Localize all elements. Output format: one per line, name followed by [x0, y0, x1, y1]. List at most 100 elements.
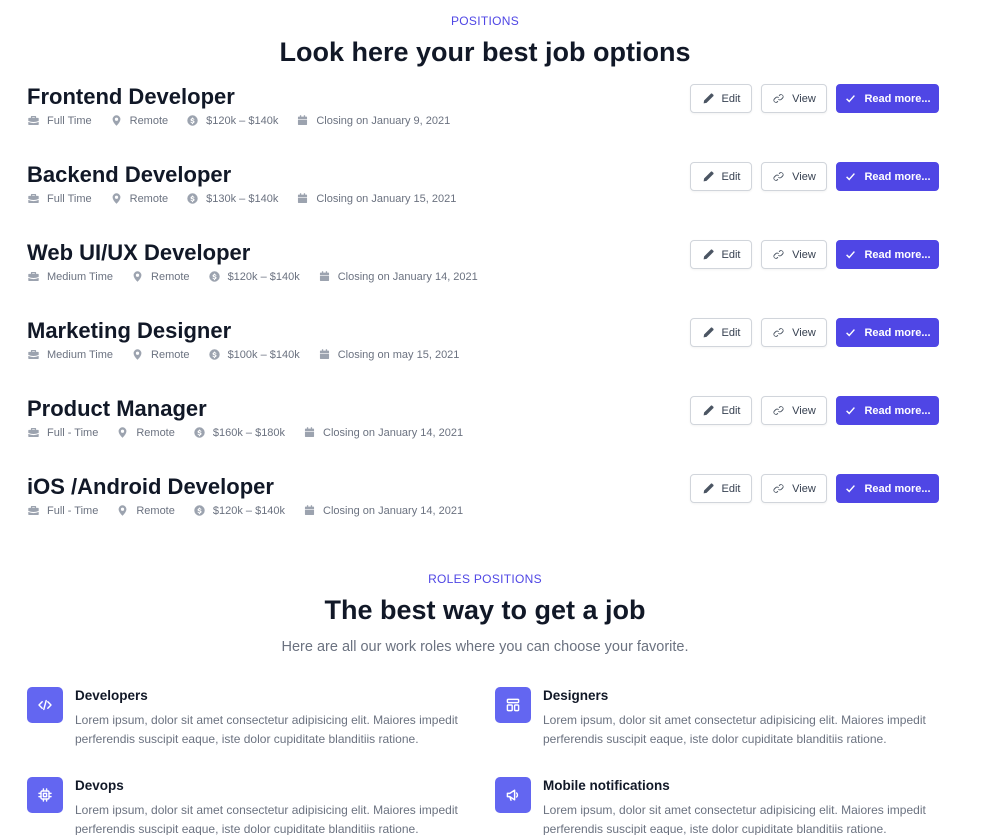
briefcase-icon: [28, 193, 39, 204]
positions-eyebrow: POSITIONS: [450, 14, 520, 28]
job-meta: Full - Time Remote $120k – $140k Closing…: [27, 504, 481, 517]
read-more-button[interactable]: Read more...: [836, 162, 939, 191]
calendar-icon: [298, 193, 308, 204]
job-title: Product Manager: [27, 396, 207, 421]
view-button[interactable]: View: [761, 162, 827, 191]
check-icon: [846, 407, 856, 415]
location-pin-icon: [118, 427, 127, 438]
layout-icon: [506, 698, 520, 712]
edit-button[interactable]: Edit: [690, 474, 752, 503]
job-actions: Edit View Read more...: [681, 84, 939, 113]
read-more-button[interactable]: Read more...: [836, 474, 939, 503]
link-icon: [773, 94, 784, 103]
job-closing: Closing on January 9, 2021: [296, 114, 450, 127]
roles-subtitle: Here are all our work roles where you ca…: [281, 639, 689, 655]
job-type: Full Time: [27, 114, 92, 127]
view-button[interactable]: View: [761, 396, 827, 425]
job-closing: Closing on January 14, 2021: [318, 270, 478, 283]
edit-label: Edit: [721, 248, 741, 261]
job-closing: Closing on January 15, 2021: [296, 192, 456, 205]
check-icon: [846, 329, 856, 337]
edit-button[interactable]: Edit: [690, 84, 752, 113]
job-closing: Closing on January 14, 2021: [303, 504, 463, 517]
job-meta: Medium Time Remote $100k – $140k Closing…: [27, 348, 477, 361]
read-more-label: Read more...: [864, 482, 931, 495]
view-button[interactable]: View: [761, 240, 827, 269]
briefcase-icon: [28, 427, 39, 438]
job-location: Remote: [110, 192, 168, 205]
role-description: Lorem ipsum, dolor sit amet consectetur …: [543, 803, 926, 835]
pencil-icon: [703, 249, 714, 260]
view-label: View: [792, 170, 816, 183]
job-closing-label: Closing on January 14, 2021: [337, 270, 478, 283]
view-button[interactable]: View: [761, 318, 827, 347]
read-more-label: Read more...: [864, 326, 931, 339]
role-description: Lorem ipsum, dolor sit amet consectetur …: [543, 713, 926, 746]
edit-button[interactable]: Edit: [690, 162, 752, 191]
calendar-icon: [298, 115, 308, 126]
job-meta: Medium Time Remote $120k – $140k Closing…: [27, 270, 496, 283]
location-pin-icon: [133, 349, 142, 360]
read-more-label: Read more...: [864, 248, 931, 261]
location-pin-icon: [118, 505, 127, 516]
check-icon: [846, 173, 856, 181]
job-location-label: Remote: [151, 348, 190, 361]
chip-icon: [38, 788, 52, 802]
link-icon: [773, 172, 784, 181]
job-title: Web UI/UX Developer: [27, 240, 251, 265]
job-salary: $120k – $140k: [208, 270, 300, 283]
job-meta: Full Time Remote $120k – $140k Closing o…: [27, 114, 468, 127]
check-icon: [846, 251, 856, 259]
job-type: Medium Time: [27, 348, 113, 361]
read-more-button[interactable]: Read more...: [836, 84, 939, 113]
job-closing-label: Closing on January 15, 2021: [316, 192, 457, 205]
briefcase-icon: [28, 115, 39, 126]
read-more-button[interactable]: Read more...: [836, 318, 939, 347]
dollar-circle-icon: [187, 193, 198, 204]
job-type-label: Full - Time: [47, 504, 99, 517]
job-title: Backend Developer: [27, 162, 232, 187]
job-row: Frontend Developer Full Time Remote $120…: [27, 84, 939, 144]
job-closing: Closing on January 14, 2021: [303, 426, 463, 439]
role-title: Devops: [75, 778, 124, 793]
job-meta: Full Time Remote $130k – $140k Closing o…: [27, 192, 474, 205]
read-more-button[interactable]: Read more...: [836, 240, 939, 269]
view-label: View: [792, 92, 816, 105]
pencil-icon: [703, 327, 714, 338]
code-icon: [38, 699, 52, 711]
job-type: Full - Time: [27, 426, 98, 439]
view-button[interactable]: View: [761, 474, 827, 503]
check-icon: [846, 485, 856, 493]
job-closing-label: Closing on may 15, 2021: [337, 348, 460, 361]
job-salary-label: $160k – $180k: [212, 426, 286, 439]
edit-label: Edit: [721, 170, 741, 183]
positions-heading: Look here your best job options: [279, 37, 691, 67]
job-salary: $120k – $140k: [186, 114, 278, 127]
job-title: Frontend Developer: [27, 84, 235, 109]
edit-button[interactable]: Edit: [690, 240, 752, 269]
pencil-icon: [703, 93, 714, 104]
job-salary-label: $120k – $140k: [227, 270, 300, 283]
job-salary-label: $130k – $140k: [206, 192, 279, 205]
role-icon-box: [27, 687, 63, 723]
job-location: Remote: [110, 114, 169, 127]
read-more-button[interactable]: Read more...: [836, 396, 939, 425]
edit-label: Edit: [721, 482, 741, 495]
role-icon-box: [27, 777, 63, 813]
edit-button[interactable]: Edit: [690, 396, 752, 425]
link-icon: [773, 250, 784, 259]
pencil-icon: [703, 405, 714, 416]
job-row: Marketing Designer Medium Time Remote $1…: [27, 318, 939, 378]
job-row: Backend Developer Full Time Remote $130k…: [27, 162, 939, 222]
job-salary-label: $100k – $140k: [227, 348, 300, 361]
view-button[interactable]: View: [761, 84, 827, 113]
read-more-label: Read more...: [864, 404, 931, 417]
job-location: Remote: [116, 426, 175, 439]
job-location-label: Remote: [129, 114, 169, 127]
job-meta: Full - Time Remote $160k – $180k Closing…: [27, 426, 481, 439]
megaphone-icon: [506, 789, 519, 801]
dollar-circle-icon: [194, 505, 205, 516]
job-closing-label: Closing on January 14, 2021: [323, 504, 464, 517]
edit-button[interactable]: Edit: [690, 318, 752, 347]
location-pin-icon: [133, 271, 142, 282]
